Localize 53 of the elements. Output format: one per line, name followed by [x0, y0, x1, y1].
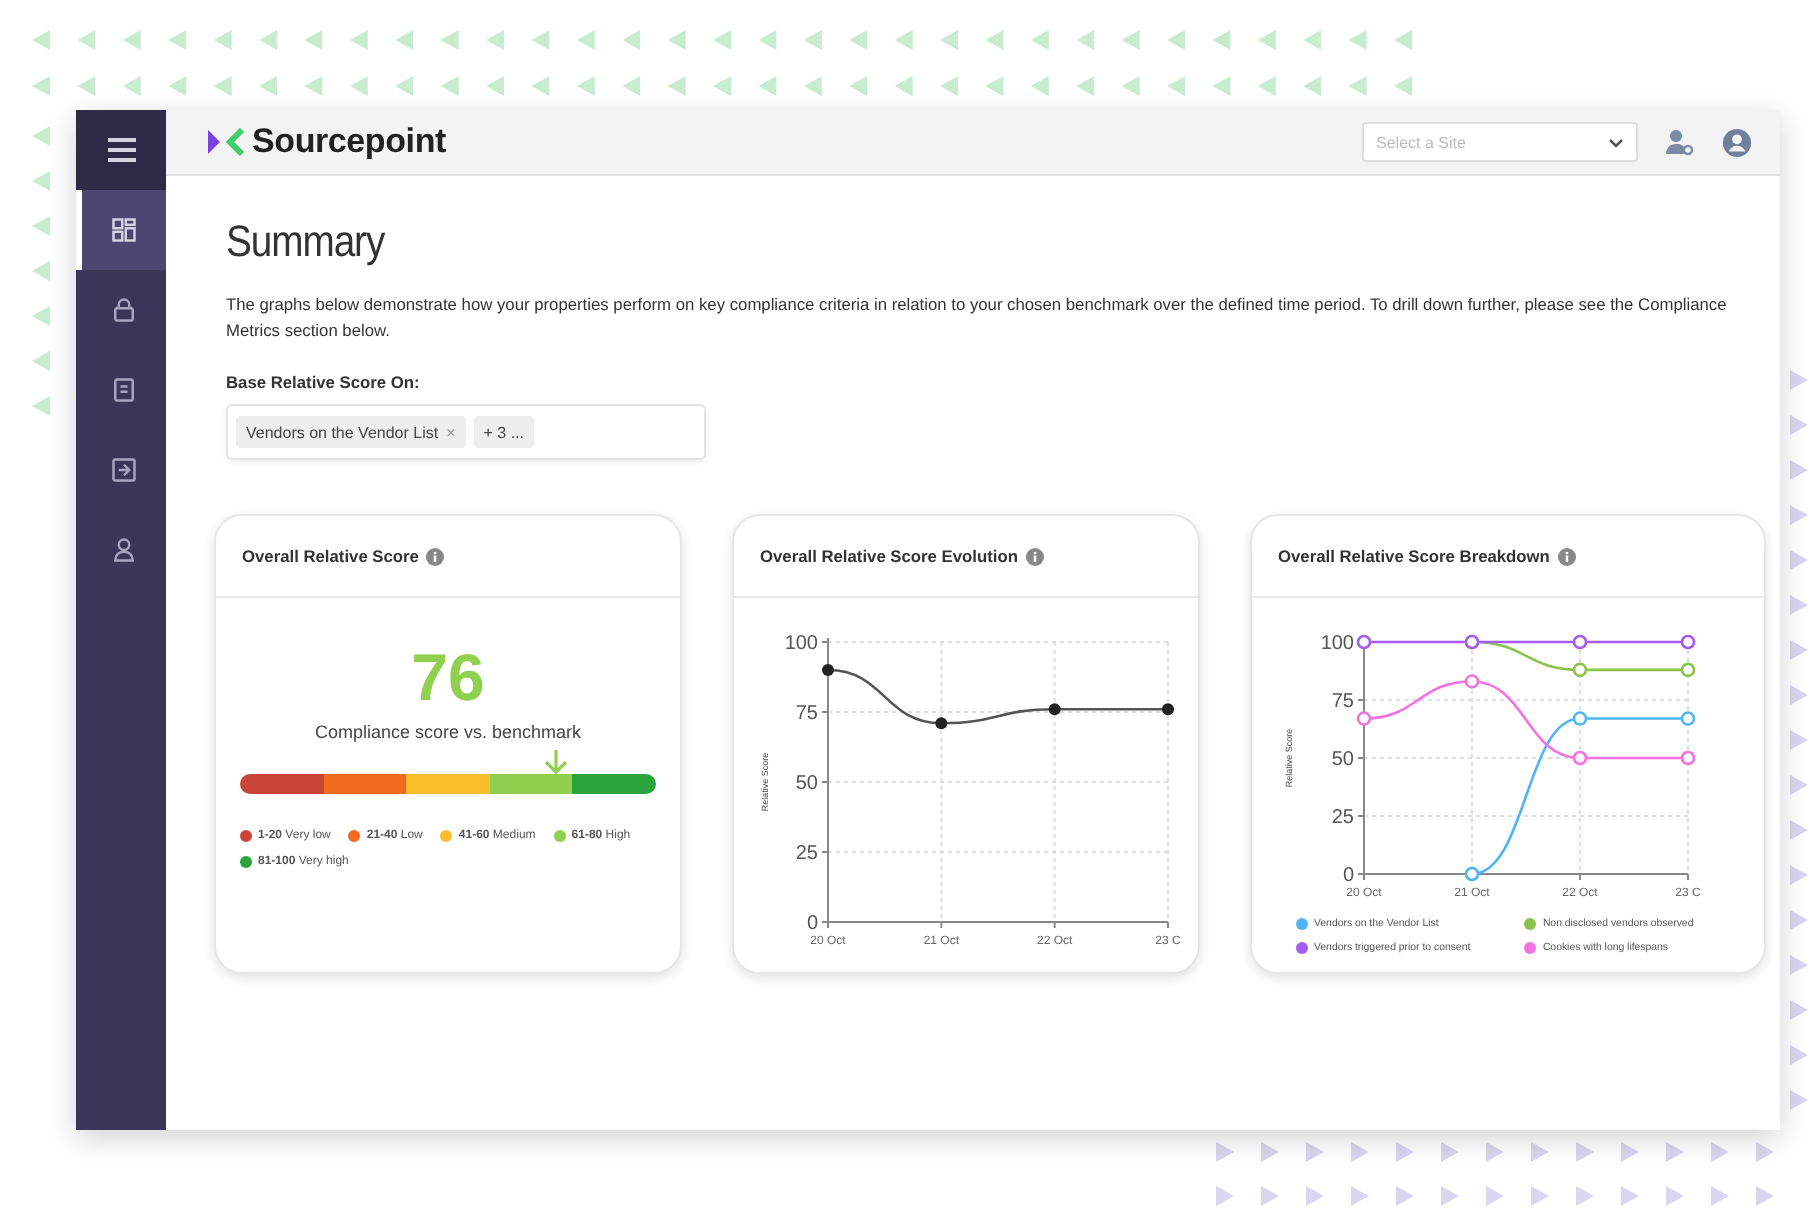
data-point: [1356, 711, 1372, 726]
axis-tick-label: 25: [795, 843, 818, 865]
data-point: [1464, 866, 1480, 882]
logo-text: Sourcepoint: [252, 122, 446, 162]
info-icon[interactable]: [1025, 547, 1044, 565]
menu-icon: [107, 138, 135, 162]
description-text: The graphs below demonstrate how your properties perform on key compliance criteria in relation to your chosen benchmark over the defined time period. To drill down further, please see the Compliance Metrics section below.: [226, 292, 1729, 344]
axis-tick-label: 100: [1320, 633, 1354, 655]
data-point: [1572, 750, 1588, 766]
axis-tick-label: 50: [795, 773, 818, 795]
sidebar-item[interactable]: [76, 190, 166, 270]
axis-tick-label: 0: [1342, 865, 1354, 887]
axis-tick-label: 0: [806, 913, 818, 935]
score-caption: Compliance score vs. benchmark: [314, 722, 582, 742]
info-icon[interactable]: [1557, 547, 1576, 565]
data-point: [1680, 750, 1696, 766]
data-point: [1162, 703, 1174, 716]
axis-tick-label: 50: [1331, 749, 1354, 771]
axis-tick-label: 75: [1331, 691, 1354, 713]
data-point: [1356, 634, 1372, 650]
card-title: Overall Relative Score Breakdown: [1278, 546, 1550, 566]
data-point: [1572, 711, 1588, 726]
tag-input-field[interactable]: Vendors on the Vendor List × + 3 ...: [226, 404, 706, 460]
axis-tick-label: 75: [795, 703, 818, 725]
arrow-in-box-icon: [110, 456, 138, 484]
data-point: [935, 717, 948, 730]
user-settings-icon[interactable]: [1666, 128, 1694, 156]
person-icon: [110, 536, 138, 564]
data-point: [1464, 674, 1480, 689]
tag-label: Vendors on the Vendor List: [246, 423, 439, 441]
page-title: Summary: [226, 216, 387, 268]
card-title: Overall Relative Score Evolution: [760, 546, 1018, 566]
logo-icon: [206, 128, 246, 156]
data-point: [822, 664, 834, 676]
card-title: Overall Relative Score: [242, 546, 419, 566]
data-point: [1680, 634, 1696, 650]
account-icon[interactable]: [1722, 127, 1752, 157]
axis-tick-label: 25: [1331, 807, 1354, 829]
dashboard-icon: [110, 216, 138, 244]
data-point: [1572, 634, 1588, 650]
data-point: [1680, 662, 1696, 678]
data-point: [1048, 703, 1061, 716]
chevron-down-icon: [1608, 137, 1624, 147]
menu-button[interactable]: [76, 110, 166, 190]
data-point: [1572, 662, 1588, 678]
data-point: [1680, 711, 1696, 726]
field-label: Base Relative Score On:: [226, 372, 422, 392]
axis-tick-label: 100: [784, 633, 818, 655]
more-tags-chip[interactable]: + 3 ...: [473, 416, 534, 448]
info-icon[interactable]: [426, 547, 445, 565]
lock-icon: [110, 296, 138, 324]
score-value: 76: [411, 642, 485, 714]
document-icon: [110, 376, 138, 404]
